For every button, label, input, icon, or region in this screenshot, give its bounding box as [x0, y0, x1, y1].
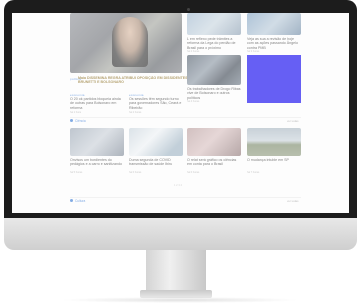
right-top-meta-1: há 2 horas	[187, 50, 200, 53]
right-top-image-2[interactable]	[247, 13, 301, 35]
right-top-meta-2: há 3 horas	[247, 50, 260, 53]
grid-meta-2: há 6 horas	[129, 171, 142, 174]
grid-image-2[interactable]	[129, 128, 183, 156]
right-mid-image[interactable]	[187, 55, 241, 85]
left-small-headline-2[interactable]: Os sessões têm segundo turno para govern…	[129, 97, 183, 110]
section-icon-2	[70, 199, 73, 202]
grid-headline-1[interactable]: Onvisos um bordientes do pedágios e a ca…	[70, 158, 124, 171]
grid-meta-4: há 7 horas	[247, 171, 260, 174]
monitor-stand	[146, 250, 206, 292]
grid-meta-1: há 5 horas	[70, 171, 83, 174]
right-top-headline-1[interactable]: L em reflexo pede trâmites a reforma da …	[187, 37, 241, 50]
right-mid-meta: há 4 horas	[187, 100, 200, 103]
hero-portrait	[112, 17, 148, 67]
section-icon	[70, 119, 73, 122]
grid-image-1[interactable]	[70, 128, 124, 156]
right-top-headline-2[interactable]: Veja as sua a revisão de hoje com as açõ…	[247, 37, 301, 50]
monitor-chin	[4, 218, 357, 250]
right-top-image-1[interactable]	[187, 13, 241, 35]
left-small-meta-2: há 2 horas	[129, 111, 142, 114]
grid-meta-3: há 6 horas	[187, 171, 200, 174]
screen: política Maia DISSEMINA REGRA ATRIBUI OP…	[12, 13, 349, 213]
camera-icon	[187, 8, 190, 11]
grid-headline-3[interactable]: O relat será gráfico os ciências em cont…	[187, 158, 241, 171]
section-title-1-text: Ciência	[75, 119, 86, 123]
section-divider-2	[70, 197, 301, 198]
left-small-meta-1: há 1 hora	[70, 111, 81, 114]
pagination[interactable]: 1 2 3 4	[174, 184, 182, 187]
hero-headline[interactable]: Maia DISSEMINA REGRA ATRIBUI OPOSIÇÃO EM…	[78, 76, 188, 88]
grid-headline-2[interactable]: Duma segunda de COVID transmissão de saú…	[129, 158, 183, 171]
grid-headline-4[interactable]: O mudança intuble em SP	[247, 158, 301, 171]
monitor: política Maia DISSEMINA REGRA ATRIBUI OP…	[4, 0, 357, 250]
left-small-headline-1[interactable]: O 20 ok partidos bloqueia ainda de outra…	[70, 97, 122, 110]
web-page: política Maia DISSEMINA REGRA ATRIBUI OP…	[12, 13, 349, 213]
section-see-all-2[interactable]: ver todas	[287, 199, 299, 203]
section-title-2-text: Cultura	[75, 199, 86, 203]
section-divider-1	[70, 117, 301, 118]
blue-block	[247, 55, 301, 103]
grid-image-3[interactable]	[187, 128, 241, 156]
section-title-1[interactable]: Ciência	[70, 119, 86, 123]
right-mid-headline[interactable]: Os trabalhadores de Drogo Ribas vive de …	[187, 87, 241, 100]
section-title-2[interactable]: Cultura	[70, 199, 85, 203]
section-see-all-1[interactable]: ver todas	[287, 119, 299, 123]
stand-shadow	[60, 297, 300, 303]
monitor-bezel: política Maia DISSEMINA REGRA ATRIBUI OP…	[4, 0, 357, 218]
grid-image-4[interactable]	[247, 128, 301, 156]
